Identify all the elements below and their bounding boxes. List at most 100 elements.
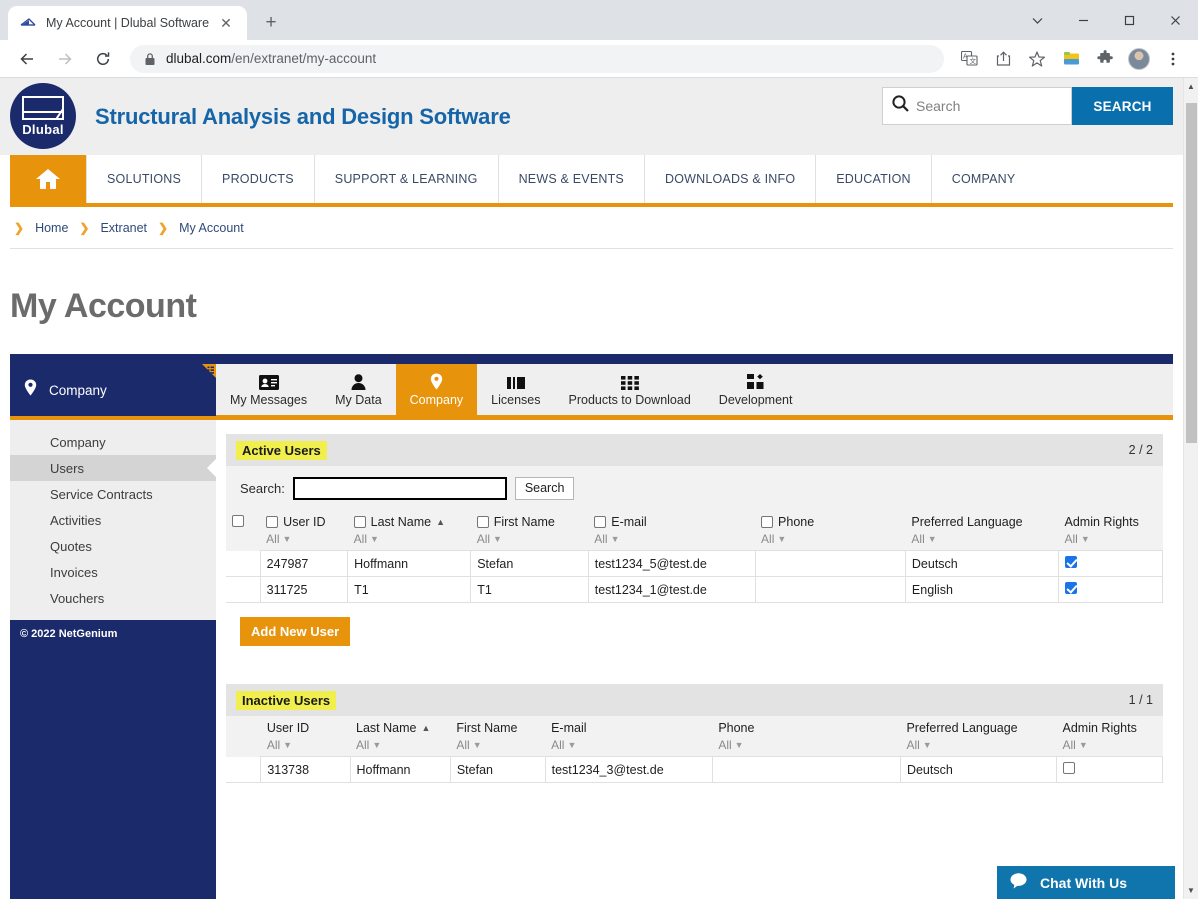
site-search-input[interactable]	[916, 98, 1048, 114]
translate-icon[interactable]: A 文	[955, 45, 983, 73]
select-all-checkbox[interactable]	[232, 515, 244, 527]
tab-my-data[interactable]: My Data	[321, 364, 396, 415]
page-scrollbar[interactable]: ▲ ▼	[1183, 78, 1198, 899]
nav-home-button[interactable]	[10, 155, 86, 203]
reload-button-icon[interactable]	[88, 44, 118, 74]
col-preferred-language-filter[interactable]: All ▼	[911, 532, 1052, 546]
share-icon[interactable]	[989, 45, 1017, 73]
sidebar-item-invoices[interactable]: Invoices	[10, 559, 216, 585]
col-first-name-filter[interactable]: All ▼	[477, 532, 583, 546]
col-user-id-filter[interactable]: All ▼	[266, 532, 341, 546]
active-users-search-input[interactable]	[292, 476, 507, 500]
close-window-button[interactable]	[1152, 0, 1198, 40]
back-button-icon[interactable]	[12, 44, 42, 74]
sort-ascending-icon: ▲	[436, 517, 446, 527]
col-email-filter[interactable]: All ▼	[551, 738, 706, 752]
table-row[interactable]: 313738 Hoffmann Stefan test1234_3@test.d…	[226, 756, 1163, 783]
table-row[interactable]: 311725 T1 T1 test1234_1@test.de English	[226, 576, 1163, 603]
nav-item-solutions[interactable]: SOLUTIONS	[86, 155, 201, 203]
sidebar-item-vouchers[interactable]: Vouchers	[10, 585, 216, 611]
sidebar-item-label: Quotes	[50, 538, 92, 554]
scrollbar-thumb[interactable]	[1186, 103, 1197, 443]
site-search-button[interactable]: SEARCH	[1072, 87, 1173, 125]
tab-licenses[interactable]: Licenses	[477, 364, 554, 415]
tab-company[interactable]: Company	[395, 364, 478, 415]
col-preferred-language-filter[interactable]: All ▼	[906, 738, 1050, 752]
nav-item-downloads-info[interactable]: DOWNLOADS & INFO	[643, 155, 815, 203]
breadcrumb-my-account[interactable]: My Account	[179, 221, 244, 235]
tab-my-messages[interactable]: My Messages	[216, 364, 321, 415]
active-users-search-button[interactable]: Search	[514, 476, 575, 500]
tab-label: My Messages	[230, 393, 308, 407]
cell-phone	[754, 576, 906, 603]
col-phone-filter[interactable]: All ▼	[761, 532, 899, 546]
development-blocks-icon	[746, 372, 765, 390]
minimize-button[interactable]	[1060, 0, 1106, 40]
forward-button-icon[interactable]	[50, 44, 80, 74]
sidebar-item-activities[interactable]: Activities	[10, 507, 216, 533]
col-email-checkbox[interactable]	[594, 516, 607, 528]
bookmark-star-icon[interactable]	[1023, 45, 1051, 73]
breadcrumb-arrow-icon: ❯	[14, 220, 25, 235]
sidebar-item-label: Service Contracts	[50, 486, 153, 502]
chevron-down-icon: ▼	[567, 740, 577, 750]
tab-search-chevron-icon[interactable]	[1014, 0, 1060, 40]
tab-close-icon[interactable]: ✕	[215, 12, 237, 34]
col-user-id-filter[interactable]: All ▼	[267, 738, 344, 752]
sidebar-item-quotes[interactable]: Quotes	[10, 533, 216, 559]
nav-item-products[interactable]: PRODUCTS	[201, 155, 314, 203]
extensions-puzzle-icon[interactable]	[1091, 45, 1119, 73]
person-icon	[351, 372, 366, 390]
chevron-down-icon: ▼	[472, 740, 482, 750]
nav-item-company[interactable]: COMPANY	[930, 155, 1036, 203]
cell-user-id: 311725	[259, 576, 349, 603]
nav-item-news-events[interactable]: NEWS & EVENTS	[497, 155, 644, 203]
window-controls	[1014, 0, 1198, 40]
col-email-label: E-mail	[551, 721, 587, 735]
col-first-name-filter[interactable]: All ▼	[456, 738, 539, 752]
admin-rights-checkbox[interactable]	[1065, 556, 1078, 568]
breadcrumb-home[interactable]: Home	[35, 221, 68, 235]
new-tab-button[interactable]: +	[257, 9, 285, 37]
cell-email: test1234_1@test.de	[587, 576, 756, 603]
nav-item-education[interactable]: EDUCATION	[815, 155, 931, 203]
browser-tab[interactable]: My Account | Dlubal Software ✕	[8, 6, 248, 40]
sidebar-item-label: Vouchers	[50, 590, 105, 606]
row-select-cell[interactable]	[226, 550, 261, 577]
scroll-down-arrow-icon[interactable]: ▼	[1184, 882, 1198, 899]
col-last-name-filter[interactable]: All ▼	[356, 738, 444, 752]
extension-image-icon[interactable]	[1057, 45, 1085, 73]
chat-with-us-widget[interactable]: Chat With Us	[997, 866, 1175, 899]
inactive-users-count: 1 / 1	[1128, 693, 1153, 707]
col-user-id-checkbox[interactable]	[266, 516, 279, 528]
cell-email: test1234_3@test.de	[544, 756, 713, 783]
col-email-filter[interactable]: All ▼	[594, 532, 749, 546]
profile-avatar[interactable]	[1125, 45, 1153, 73]
sidebar-item-users[interactable]: Users	[10, 455, 217, 481]
dlubal-logo[interactable]: Dlubal	[10, 83, 76, 149]
cell-first-name: Stefan	[470, 550, 589, 577]
col-first-name-checkbox[interactable]	[476, 516, 489, 528]
sidebar-item-service-contracts[interactable]: Service Contracts	[10, 481, 216, 507]
col-last-name-checkbox[interactable]	[353, 516, 366, 528]
col-phone-checkbox[interactable]	[761, 516, 774, 528]
tab-development[interactable]: Development	[705, 364, 807, 415]
admin-rights-checkbox[interactable]	[1063, 762, 1076, 774]
breadcrumb-extranet[interactable]: Extranet	[100, 221, 147, 235]
table-row[interactable]: 247987 Hoffmann Stefan test1234_5@test.d…	[226, 550, 1163, 577]
nav-item-support-learning[interactable]: SUPPORT & LEARNING	[313, 155, 498, 203]
address-bar[interactable]: dlubal.com/en/extranet/my-account	[130, 44, 944, 73]
admin-rights-checkbox[interactable]	[1065, 582, 1078, 594]
col-admin-rights-filter[interactable]: All ▼	[1065, 532, 1157, 546]
row-select-cell[interactable]	[226, 576, 261, 603]
tab-products-to-download[interactable]: Products to Download	[555, 364, 705, 415]
maximize-button[interactable]	[1106, 0, 1152, 40]
chrome-menu-icon[interactable]	[1159, 45, 1187, 73]
col-admin-rights-filter[interactable]: All ▼	[1063, 738, 1157, 752]
col-phone-filter[interactable]: All ▼	[718, 738, 894, 752]
col-last-name-filter[interactable]: All ▼	[354, 532, 465, 546]
sidebar-item-company[interactable]: Company	[10, 429, 216, 455]
chevron-down-icon: ▼	[1078, 740, 1088, 750]
scroll-up-arrow-icon[interactable]: ▲	[1184, 78, 1198, 95]
add-new-user-button[interactable]: Add New User	[240, 617, 351, 646]
